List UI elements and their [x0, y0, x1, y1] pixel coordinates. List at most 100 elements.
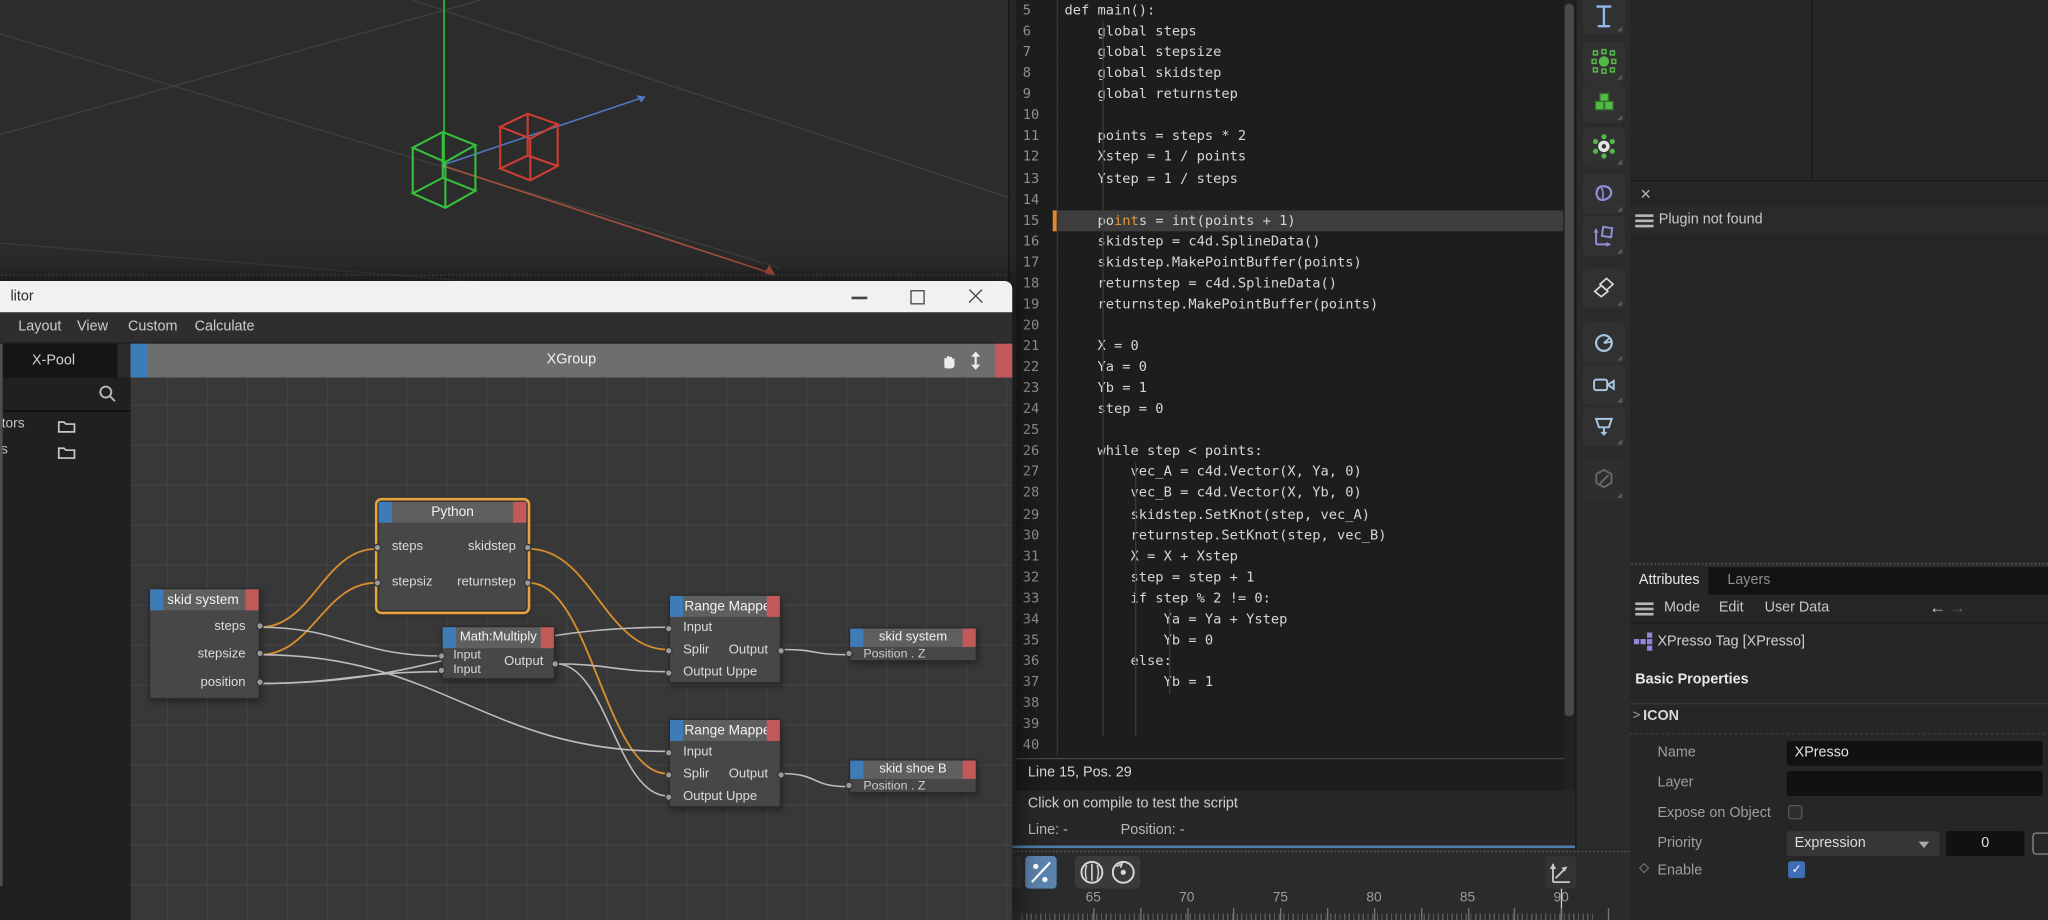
output-port[interactable]: [551, 660, 559, 668]
code-line[interactable]: 10: [1016, 105, 1563, 126]
minimize-button[interactable]: [837, 281, 881, 312]
keyframe-off-button[interactable]: [1025, 856, 1056, 889]
input-port[interactable]: [665, 669, 673, 677]
code-line[interactable]: 19 returnstep.MakePointBuffer(points): [1016, 294, 1563, 315]
priority-number-field[interactable]: 0: [1946, 831, 2024, 856]
node-input-corner[interactable]: [670, 596, 683, 617]
node-math-multiply[interactable]: Math:Multiply Input Input Output: [441, 626, 555, 680]
node-skid-shoe-b[interactable]: skid shoe B Position . Z: [849, 759, 977, 793]
timeline[interactable]: 657075808590: [1008, 848, 1630, 920]
expose-checkbox[interactable]: [1788, 805, 1802, 819]
code-line[interactable]: 26 while step < points:: [1016, 441, 1563, 462]
code-line[interactable]: 18 returnstep = c4d.SplineData(): [1016, 273, 1563, 294]
menu-custom[interactable]: Custom: [128, 319, 178, 335]
code-scrollbar-thumb[interactable]: [1565, 4, 1574, 716]
menu-layout[interactable]: Layout: [18, 319, 61, 335]
code-line[interactable]: 28 vec_B = c4d.Vector(X, Yb, 0): [1016, 483, 1563, 504]
code-line[interactable]: 33 if step % 2 != 0:: [1016, 588, 1563, 609]
node-input-corner[interactable]: [850, 629, 863, 647]
node-range-mapper-2[interactable]: Range Mapper Input Splir Output Uppe Out…: [669, 719, 781, 808]
wire-selected[interactable]: [260, 549, 376, 627]
node-input-corner[interactable]: [150, 589, 163, 610]
array-icon[interactable]: [1583, 82, 1625, 123]
dynamics-icon[interactable]: [1583, 127, 1625, 168]
menu-view[interactable]: View: [77, 319, 108, 335]
code-line[interactable]: 29 skidstep.SetKnot(step, vec_A): [1016, 504, 1563, 525]
tab-xpool[interactable]: X-Pool: [0, 344, 118, 378]
spline-pen-icon[interactable]: [1583, 0, 1625, 34]
node-range-mapper-1[interactable]: Range Mapper Input Splir Output Uppe Out…: [669, 595, 781, 684]
xpool-item-operators[interactable]: rators: [0, 416, 131, 440]
input-port[interactable]: [665, 771, 673, 779]
autokey-icon[interactable]: [1113, 862, 1134, 883]
node-input-corner[interactable]: [850, 761, 863, 779]
code-line[interactable]: 34 Ya = Ya + Ystep: [1016, 609, 1563, 630]
input-port[interactable]: [374, 544, 382, 552]
keyframe-diamond-icon[interactable]: ◇: [1639, 861, 1649, 875]
cube-red[interactable]: [500, 114, 557, 181]
node-output-corner[interactable]: [963, 629, 976, 647]
xpool-search-row[interactable]: [0, 378, 131, 412]
node-output-corner[interactable]: [541, 627, 554, 648]
input-port[interactable]: [665, 749, 673, 757]
wire[interactable]: [782, 774, 847, 787]
code-area[interactable]: 5def main():6 global steps7 global steps…: [1016, 0, 1563, 791]
node-output-corner[interactable]: [767, 596, 780, 617]
priority-dropdown[interactable]: Expression: [1787, 831, 1940, 856]
enable-checkbox[interactable]: ✓: [1788, 861, 1805, 878]
code-line[interactable]: 21 X = 0: [1016, 336, 1563, 357]
tab-attributes[interactable]: Attributes: [1630, 567, 1708, 594]
back-arrow-icon[interactable]: ←: [1929, 597, 1946, 617]
menu-icon[interactable]: [1635, 602, 1653, 615]
output-port[interactable]: [524, 544, 532, 552]
node-skid-system-target[interactable]: skid system Position . Z: [849, 627, 977, 661]
menu-user-data[interactable]: User Data: [1765, 600, 1830, 616]
wire[interactable]: [260, 627, 440, 656]
code-line[interactable]: 20: [1016, 315, 1563, 336]
node-canvas[interactable]: skid system steps stepsize position Pyth…: [131, 378, 1013, 920]
wire[interactable]: [556, 664, 667, 672]
output-port[interactable]: [256, 622, 264, 630]
volume-icon[interactable]: [1583, 323, 1625, 364]
node-skid-system-source[interactable]: skid system steps stepsize position: [149, 588, 260, 699]
stage-icon[interactable]: [1583, 406, 1625, 447]
code-line[interactable]: 36 else:: [1016, 651, 1563, 672]
priority-stepper-icon[interactable]: [2032, 832, 2048, 854]
code-line[interactable]: 24 step = 0: [1016, 399, 1563, 420]
code-line[interactable]: 7 global stepsize: [1016, 42, 1563, 63]
xgroup-titlebar[interactable]: XGroup: [131, 344, 1013, 378]
code-line[interactable]: 23 Yb = 1: [1016, 378, 1563, 399]
viewport-3d[interactable]: [0, 0, 1012, 282]
menu-mode[interactable]: Mode: [1664, 600, 1700, 616]
output-port[interactable]: [256, 678, 264, 686]
tab-layers[interactable]: Layers: [1708, 567, 1789, 594]
code-line[interactable]: 16 skidstep = c4d.SplineData(): [1016, 231, 1563, 252]
node-output-corner[interactable]: [963, 761, 976, 779]
pan-hand-icon[interactable]: [939, 350, 960, 371]
code-line[interactable]: 39: [1016, 714, 1563, 735]
name-field[interactable]: XPresso: [1787, 741, 2043, 766]
code-line[interactable]: 40: [1016, 735, 1563, 756]
code-line[interactable]: 6 global steps: [1016, 21, 1563, 42]
input-port[interactable]: [845, 781, 853, 789]
input-port[interactable]: [665, 625, 673, 633]
code-line[interactable]: 11 points = steps * 2: [1016, 126, 1563, 147]
input-port[interactable]: [845, 649, 853, 657]
window-titlebar[interactable]: litor: [0, 281, 1012, 312]
code-line[interactable]: 12 Xstep = 1 / points: [1016, 147, 1563, 168]
maximize-button[interactable]: [895, 281, 939, 312]
wire[interactable]: [782, 649, 847, 654]
layer-field[interactable]: [1787, 771, 2043, 796]
node-input-corner[interactable]: [379, 502, 392, 523]
input-port[interactable]: [665, 793, 673, 801]
wire[interactable]: [556, 664, 667, 796]
output-port[interactable]: [777, 647, 785, 655]
deformer-icon[interactable]: [1583, 174, 1625, 215]
code-scrollbar[interactable]: [1563, 0, 1575, 791]
axis-cube-icon[interactable]: [1583, 216, 1625, 257]
record-position-icon[interactable]: [1081, 862, 1102, 883]
code-line[interactable]: 8 global skidstep: [1016, 63, 1563, 84]
node-output-corner[interactable]: [513, 502, 526, 523]
code-line[interactable]: 30 returnstep.SetKnot(step, vec_B): [1016, 525, 1563, 546]
instance-icon[interactable]: [1583, 268, 1625, 309]
